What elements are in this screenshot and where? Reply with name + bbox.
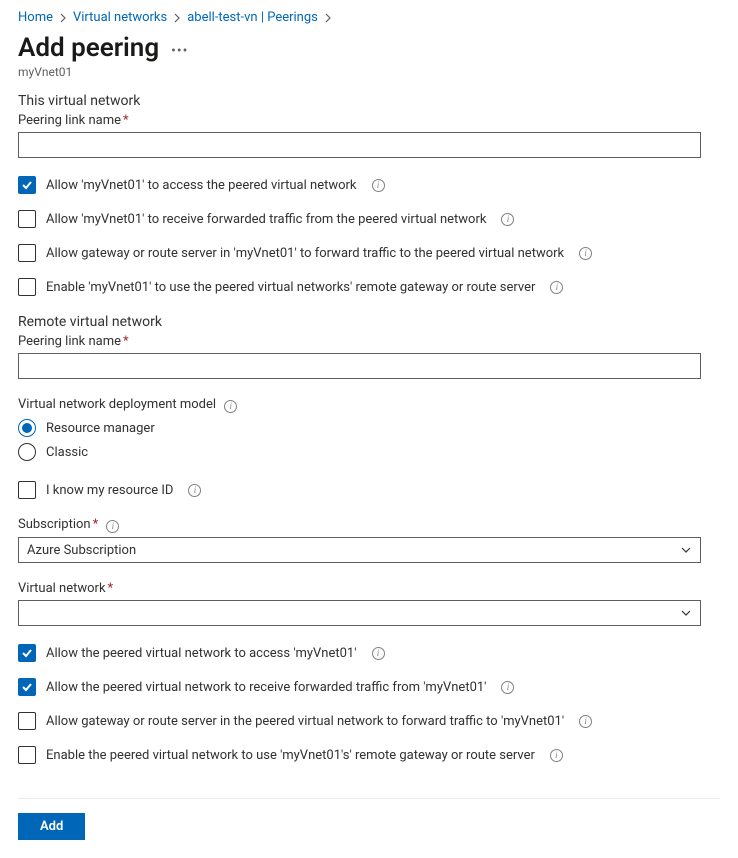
info-icon[interactable]: i xyxy=(224,400,237,413)
info-icon[interactable]: i xyxy=(188,484,201,497)
breadcrumb: Home Virtual networks abell-test-vn | Pe… xyxy=(18,10,720,25)
remote-peering-link-name-input[interactable] xyxy=(18,353,701,379)
info-icon[interactable]: i xyxy=(501,681,514,694)
page-title: Add peering xyxy=(18,33,159,63)
vnet-select[interactable] xyxy=(18,600,701,626)
required-indicator: * xyxy=(108,581,114,596)
info-icon[interactable]: i xyxy=(372,647,385,660)
this-peering-link-name-input[interactable] xyxy=(18,132,701,158)
footer-bar: Add xyxy=(18,798,720,840)
page-subtitle: myVnet01 xyxy=(18,65,720,79)
chevron-down-icon xyxy=(680,607,692,619)
radio-label: Classic xyxy=(46,445,88,460)
subscription-select[interactable]: Azure Subscription xyxy=(18,537,701,563)
checkbox-allow-access-this[interactable] xyxy=(18,176,36,194)
info-icon[interactable]: i xyxy=(579,715,592,728)
checkbox-allow-forwarded-this[interactable] xyxy=(18,210,36,228)
section-remote-vnet: Remote virtual network xyxy=(18,314,720,330)
deployment-model-label: Virtual network deployment model i xyxy=(18,397,720,413)
checkbox-label: Allow 'myVnet01' to receive forwarded tr… xyxy=(46,212,486,227)
chevron-right-icon xyxy=(324,13,332,23)
checkbox-label: Allow the peered virtual network to rece… xyxy=(46,680,486,695)
chevron-down-icon xyxy=(680,544,692,556)
more-actions-icon[interactable]: ••• xyxy=(171,37,188,59)
checkbox-enable-remote-gateway-remote[interactable] xyxy=(18,746,36,764)
radio-label: Resource manager xyxy=(46,421,155,436)
checkbox-label: Allow the peered virtual network to acce… xyxy=(46,646,357,661)
add-button[interactable]: Add xyxy=(18,813,85,840)
remote-peering-link-name-label: Peering link name* xyxy=(18,334,720,349)
required-indicator: * xyxy=(93,517,99,532)
required-indicator: * xyxy=(123,113,129,128)
breadcrumb-home[interactable]: Home xyxy=(18,10,53,25)
section-this-vnet: This virtual network xyxy=(18,93,720,109)
chevron-right-icon xyxy=(173,13,181,23)
checkbox-allow-forwarded-remote[interactable] xyxy=(18,678,36,696)
checkbox-label: Allow gateway or route server in the pee… xyxy=(46,714,564,729)
checkbox-label: Allow 'myVnet01' to access the peered vi… xyxy=(46,178,357,193)
subscription-label: Subscription* i xyxy=(18,517,720,533)
checkbox-allow-gateway-this[interactable] xyxy=(18,244,36,262)
checkbox-allow-access-remote[interactable] xyxy=(18,644,36,662)
required-indicator: * xyxy=(123,334,129,349)
checkbox-label: Allow gateway or route server in 'myVnet… xyxy=(46,246,564,261)
info-icon[interactable]: i xyxy=(372,179,385,192)
this-peering-link-name-label: Peering link name* xyxy=(18,113,720,128)
info-icon[interactable]: i xyxy=(106,520,119,533)
checkbox-label: Enable the peered virtual network to use… xyxy=(46,748,535,763)
checkbox-enable-remote-gateway-this[interactable] xyxy=(18,278,36,296)
info-icon[interactable]: i xyxy=(550,281,563,294)
vnet-label: Virtual network* xyxy=(18,581,720,596)
radio-classic[interactable] xyxy=(18,443,36,461)
info-icon[interactable]: i xyxy=(501,213,514,226)
chevron-right-icon xyxy=(59,13,67,23)
checkbox-allow-gateway-remote[interactable] xyxy=(18,712,36,730)
radio-resource-manager[interactable] xyxy=(18,419,36,437)
info-icon[interactable]: i xyxy=(579,247,592,260)
info-icon[interactable]: i xyxy=(550,749,563,762)
checkbox-label: Enable 'myVnet01' to use the peered virt… xyxy=(46,280,535,295)
breadcrumb-virtual-networks[interactable]: Virtual networks xyxy=(73,10,167,25)
checkbox-know-resource-id[interactable] xyxy=(18,481,36,499)
breadcrumb-peerings[interactable]: abell-test-vn | Peerings xyxy=(187,10,318,25)
subscription-value: Azure Subscription xyxy=(27,543,136,558)
checkbox-label: I know my resource ID xyxy=(46,483,173,498)
